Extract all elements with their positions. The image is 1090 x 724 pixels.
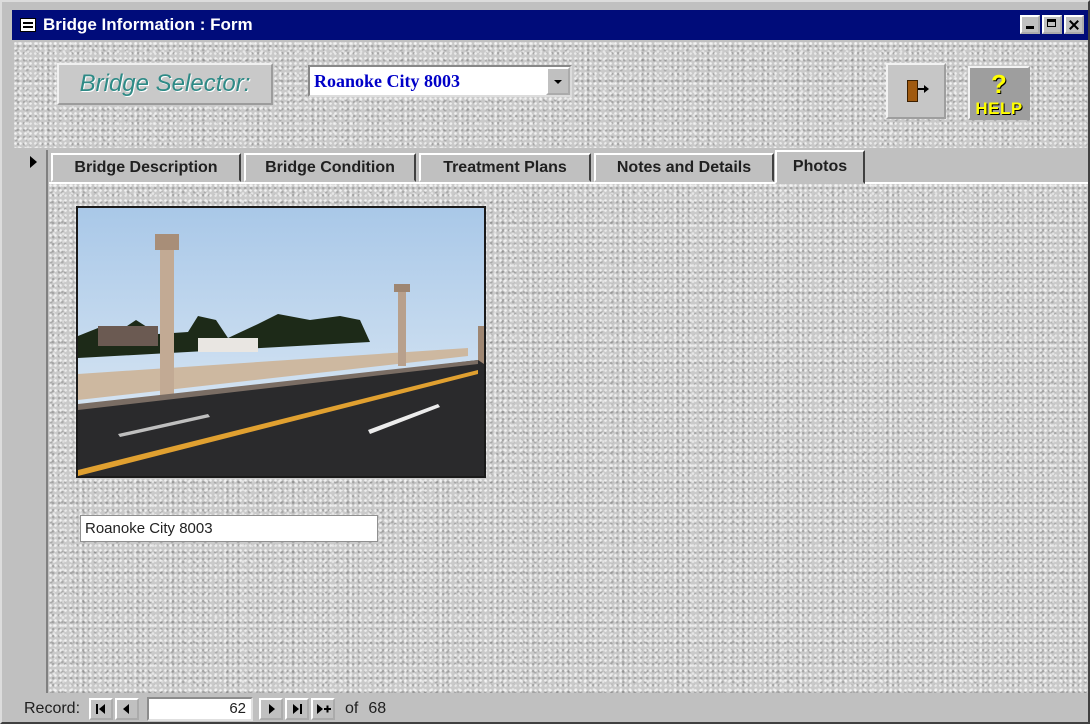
question-mark-icon: ? bbox=[991, 69, 1007, 99]
bridge-selector-combo[interactable]: Roanoke City 8003 bbox=[308, 65, 572, 97]
first-record-button[interactable] bbox=[89, 697, 114, 720]
tab-bridge-description[interactable]: Bridge Description bbox=[51, 153, 241, 182]
maximize-icon[interactable] bbox=[1042, 15, 1062, 34]
window-controls bbox=[1020, 15, 1084, 34]
close-icon[interactable] bbox=[1064, 15, 1084, 34]
form-window: Bridge Information : Form Bridge Selecto… bbox=[0, 0, 1090, 724]
minimize-icon[interactable] bbox=[1020, 15, 1040, 34]
record-of-label: of bbox=[345, 699, 359, 717]
tab-bridge-condition[interactable]: Bridge Condition bbox=[244, 153, 416, 182]
last-record-button[interactable] bbox=[285, 697, 310, 720]
arrow-right-icon bbox=[918, 85, 929, 93]
bridge-selector-label: Bridge Selector: bbox=[79, 70, 251, 97]
help-label: HELP bbox=[975, 99, 1023, 118]
total-record-count: 68 bbox=[368, 699, 387, 717]
chevron-down-icon[interactable] bbox=[546, 67, 570, 95]
record-number-input[interactable]: 62 bbox=[147, 696, 254, 721]
title-bar[interactable]: Bridge Information : Form bbox=[12, 10, 1088, 40]
next-record-button[interactable] bbox=[259, 697, 284, 720]
photo-caption-field[interactable]: Roanoke City 8003 bbox=[80, 515, 378, 542]
bridge-photo bbox=[76, 206, 486, 478]
exit-door-icon bbox=[907, 80, 918, 102]
first-record-icon bbox=[96, 703, 106, 714]
exit-button[interactable] bbox=[886, 63, 946, 119]
next-record-icon bbox=[269, 703, 276, 714]
current-record-number: 62 bbox=[229, 699, 247, 717]
record-label: Record: bbox=[24, 699, 81, 717]
bridge-photo-image bbox=[78, 208, 484, 476]
record-selector-bar[interactable] bbox=[16, 150, 48, 693]
tab-photos[interactable]: Photos bbox=[775, 150, 865, 184]
tab-strip: Bridge Description Bridge Condition Trea… bbox=[49, 150, 1088, 184]
tab-notes-and-details[interactable]: Notes and Details bbox=[594, 153, 774, 182]
tab-treatment-plans[interactable]: Treatment Plans bbox=[419, 153, 591, 182]
previous-record-button[interactable] bbox=[115, 697, 140, 720]
bridge-selector-button[interactable]: Bridge Selector: bbox=[57, 63, 273, 105]
new-record-button[interactable] bbox=[311, 697, 336, 720]
help-button[interactable]: ? HELP bbox=[968, 66, 1030, 120]
record-navigation-bar: Record: 62 of 68 bbox=[14, 693, 1088, 722]
last-record-icon bbox=[293, 703, 303, 714]
new-record-icon bbox=[317, 703, 332, 714]
current-record-pointer-icon bbox=[30, 156, 37, 168]
form-icon[interactable] bbox=[20, 18, 36, 32]
previous-record-icon bbox=[123, 703, 130, 714]
window-title: Bridge Information : Form bbox=[43, 15, 253, 34]
selected-bridge-value: Roanoke City 8003 bbox=[314, 71, 461, 91]
